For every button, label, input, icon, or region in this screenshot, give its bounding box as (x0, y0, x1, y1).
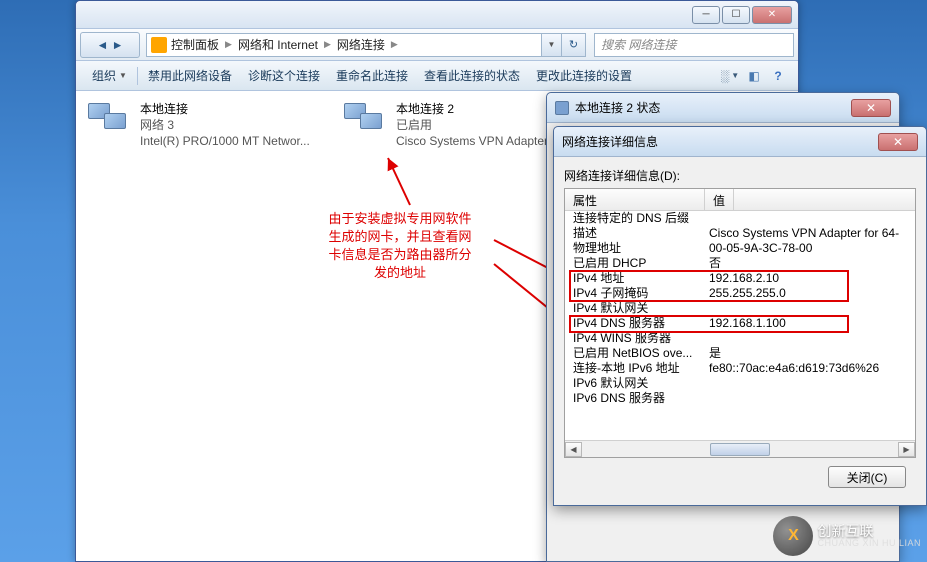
maximize-button[interactable]: ☐ (722, 6, 750, 24)
watermark-sub: CHUANG XIN HU LIAN (817, 538, 921, 548)
dialog-titlebar: 网络连接详细信息 ✕ (554, 127, 926, 157)
properties-listview[interactable]: 属性 值 连接特定的 DNS 后缀描述Cisco Systems VPN Ada… (564, 188, 916, 458)
network-connection-item[interactable]: 本地连接 网络 3 Intel(R) PRO/1000 MT Networ... (86, 101, 310, 149)
refresh-button[interactable]: ↻ (562, 33, 586, 57)
rename-button[interactable]: 重命名此连接 (328, 63, 416, 88)
connection-network: 网络 3 (140, 117, 310, 133)
property-value: Cisco Systems VPN Adapter for 64- (705, 226, 899, 241)
dialog-titlebar: 本地连接 2 状态 ✕ (547, 93, 899, 123)
separator (137, 67, 138, 85)
watermark-logo-icon: X (773, 516, 813, 556)
property-row[interactable]: 连接特定的 DNS 后缀 (565, 211, 915, 226)
property-row[interactable]: 已启用 NetBIOS ove...是 (565, 346, 915, 361)
breadcrumb-dropdown[interactable]: ▼ (542, 33, 562, 57)
listview-header: 属性 值 (565, 189, 915, 211)
property-key: IPv4 默认网关 (565, 301, 705, 316)
property-key: IPv4 WINS 服务器 (565, 331, 705, 346)
scrollbar-thumb[interactable] (710, 443, 770, 456)
property-row[interactable]: IPv4 默认网关 (565, 301, 915, 316)
annotation-text: 由于安装虚拟专用网软件 生成的网卡，并且查看网 卡信息是否为路由器所分 发的地址 (310, 210, 490, 282)
property-key: 连接特定的 DNS 后缀 (565, 211, 705, 226)
scroll-right-button[interactable]: ▶ (898, 442, 915, 457)
connection-name: 本地连接 (140, 101, 310, 117)
property-row[interactable]: IPv4 地址192.168.2.10 (565, 271, 915, 286)
property-value (705, 211, 709, 226)
property-key: IPv4 DNS 服务器 (565, 316, 705, 331)
chevron-right-icon: ▶ (225, 39, 232, 50)
property-value (705, 301, 709, 316)
breadcrumb-icon (151, 37, 167, 53)
property-value: 00-05-9A-3C-78-00 (705, 241, 812, 256)
close-dialog-button[interactable]: 关闭(C) (828, 466, 906, 488)
breadcrumb-item[interactable]: 控制面板 (171, 36, 219, 53)
property-value: 否 (705, 256, 721, 271)
network-adapter-icon (342, 101, 390, 141)
property-key: 已启用 NetBIOS ove... (565, 346, 705, 361)
breadcrumb-item[interactable]: 网络连接 (337, 36, 385, 53)
property-row[interactable]: IPv6 DNS 服务器 (565, 391, 915, 406)
property-row[interactable]: 物理地址00-05-9A-3C-78-00 (565, 241, 915, 256)
network-adapter-icon (86, 101, 134, 141)
property-value (705, 376, 709, 391)
property-value: 是 (705, 346, 721, 361)
dialog-title: 网络连接详细信息 (562, 133, 658, 150)
command-toolbar: 组织▼ 禁用此网络设备 诊断这个连接 重命名此连接 查看此连接的状态 更改此连接… (76, 61, 798, 91)
property-key: IPv4 地址 (565, 271, 705, 286)
property-key: 已启用 DHCP (565, 256, 705, 271)
help-icon[interactable]: ? (767, 66, 789, 86)
chevron-right-icon: ▶ (391, 39, 398, 50)
details-label: 网络连接详细信息(D): (564, 167, 916, 184)
property-key: IPv4 子网掩码 (565, 286, 705, 301)
property-value: fe80::70ac:e4a6:d619:73d6%26 (705, 361, 879, 376)
dialog-close-button[interactable]: ✕ (878, 133, 918, 151)
property-row[interactable]: 连接-本地 IPv6 地址fe80::70ac:e4a6:d619:73d6%2… (565, 361, 915, 376)
search-placeholder: 搜索 网络连接 (601, 36, 676, 53)
dialog-title: 本地连接 2 状态 (575, 99, 660, 116)
network-connection-item[interactable]: 本地连接 2 已启用 Cisco Systems VPN Adapter fo.… (342, 101, 571, 149)
disable-device-button[interactable]: 禁用此网络设备 (140, 63, 240, 88)
property-key: IPv6 默认网关 (565, 376, 705, 391)
scroll-left-button[interactable]: ◀ (565, 442, 582, 457)
property-row[interactable]: 已启用 DHCP否 (565, 256, 915, 271)
breadcrumb-item[interactable]: 网络和 Internet (238, 36, 318, 53)
property-value (705, 391, 709, 406)
diagnose-button[interactable]: 诊断这个连接 (240, 63, 328, 88)
column-header-property[interactable]: 属性 (565, 189, 705, 210)
network-icon (555, 101, 569, 115)
watermark: X 创新互联 CHUANG XIN HU LIAN (773, 516, 921, 556)
property-key: 连接-本地 IPv6 地址 (565, 361, 705, 376)
details-dialog: 网络连接详细信息 ✕ 网络连接详细信息(D): 属性 值 连接特定的 DNS 后… (553, 126, 927, 506)
horizontal-scrollbar[interactable]: ◀ ▶ (565, 440, 915, 457)
nav-back-forward[interactable]: ◄ ► (80, 32, 140, 58)
property-row[interactable]: 描述Cisco Systems VPN Adapter for 64- (565, 226, 915, 241)
property-value: 192.168.2.10 (705, 271, 779, 286)
view-menu-icon[interactable]: ░▼ (719, 66, 741, 86)
property-key: 描述 (565, 226, 705, 241)
property-value: 192.168.1.100 (705, 316, 786, 331)
property-key: 物理地址 (565, 241, 705, 256)
connection-device: Intel(R) PRO/1000 MT Networ... (140, 133, 310, 149)
property-value: 255.255.255.0 (705, 286, 786, 301)
minimize-button[interactable]: ─ (692, 6, 720, 24)
address-bar: ◄ ► 控制面板 ▶ 网络和 Internet ▶ 网络连接 ▶ ▼ ↻ 搜索 … (76, 29, 798, 61)
dialog-close-button[interactable]: ✕ (851, 99, 891, 117)
search-input[interactable]: 搜索 网络连接 (594, 33, 794, 57)
watermark-brand: 创新互联 (817, 524, 921, 538)
settings-button[interactable]: 更改此连接的设置 (528, 63, 640, 88)
column-header-value[interactable]: 值 (705, 189, 734, 210)
organize-menu[interactable]: 组织▼ (84, 63, 135, 88)
close-button[interactable]: ✕ (752, 6, 792, 24)
property-row[interactable]: IPv4 子网掩码255.255.255.0 (565, 286, 915, 301)
property-row[interactable]: IPv6 默认网关 (565, 376, 915, 391)
breadcrumb[interactable]: 控制面板 ▶ 网络和 Internet ▶ 网络连接 ▶ (146, 33, 542, 57)
window-titlebar: ─ ☐ ✕ (76, 1, 798, 29)
status-button[interactable]: 查看此连接的状态 (416, 63, 528, 88)
chevron-right-icon: ▶ (324, 39, 331, 50)
property-value (705, 331, 709, 346)
property-row[interactable]: IPv4 DNS 服务器192.168.1.100 (565, 316, 915, 331)
property-row[interactable]: IPv4 WINS 服务器 (565, 331, 915, 346)
preview-pane-icon[interactable]: ◧ (743, 66, 765, 86)
property-key: IPv6 DNS 服务器 (565, 391, 705, 406)
